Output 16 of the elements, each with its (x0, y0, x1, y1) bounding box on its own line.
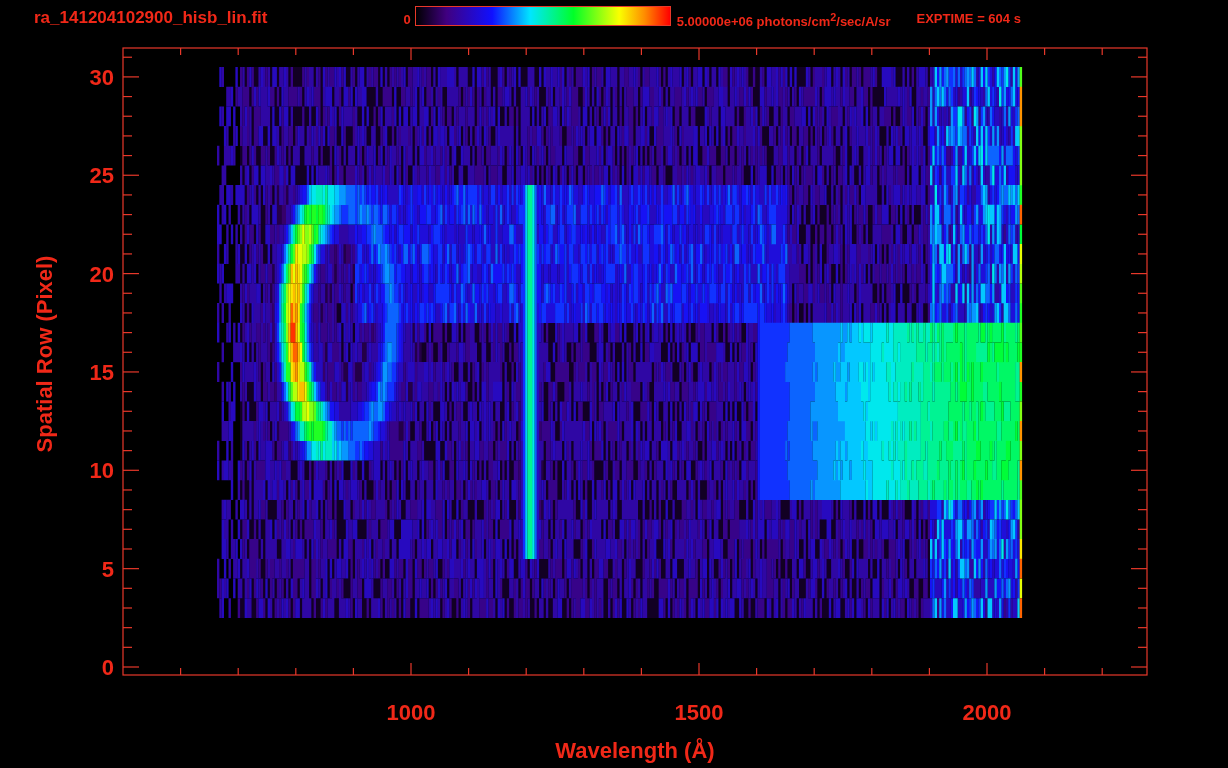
file-name: ra_141204102900_hisb_lin.fit (34, 8, 268, 28)
colorbar-min-label: 0 (403, 12, 411, 27)
y-tick-label: 5 (101, 556, 114, 582)
colorbar-max-label: 5.00000e+06 photons/cm$^{2}$/sec/A/sr (676, 11, 891, 30)
y-tick-label: 0 (101, 655, 114, 680)
y-tick-label: 30 (89, 64, 114, 90)
y-tick-label: 15 (89, 359, 114, 385)
exposure-time: EXPTIME = 604 s (916, 11, 1021, 26)
x-tick-label: 2000 (962, 700, 1012, 725)
y-axis-label: Spatial Row (Pixel) (32, 255, 57, 453)
x-axis-label: Wavelength (Å) (555, 738, 715, 763)
y-tick-label: 25 (89, 163, 114, 189)
x-tick-label: 1500 (674, 700, 724, 725)
x-tick-label: 1000 (386, 700, 436, 725)
y-tick-label: 20 (89, 261, 114, 287)
y-tick-label: 10 (89, 458, 114, 484)
